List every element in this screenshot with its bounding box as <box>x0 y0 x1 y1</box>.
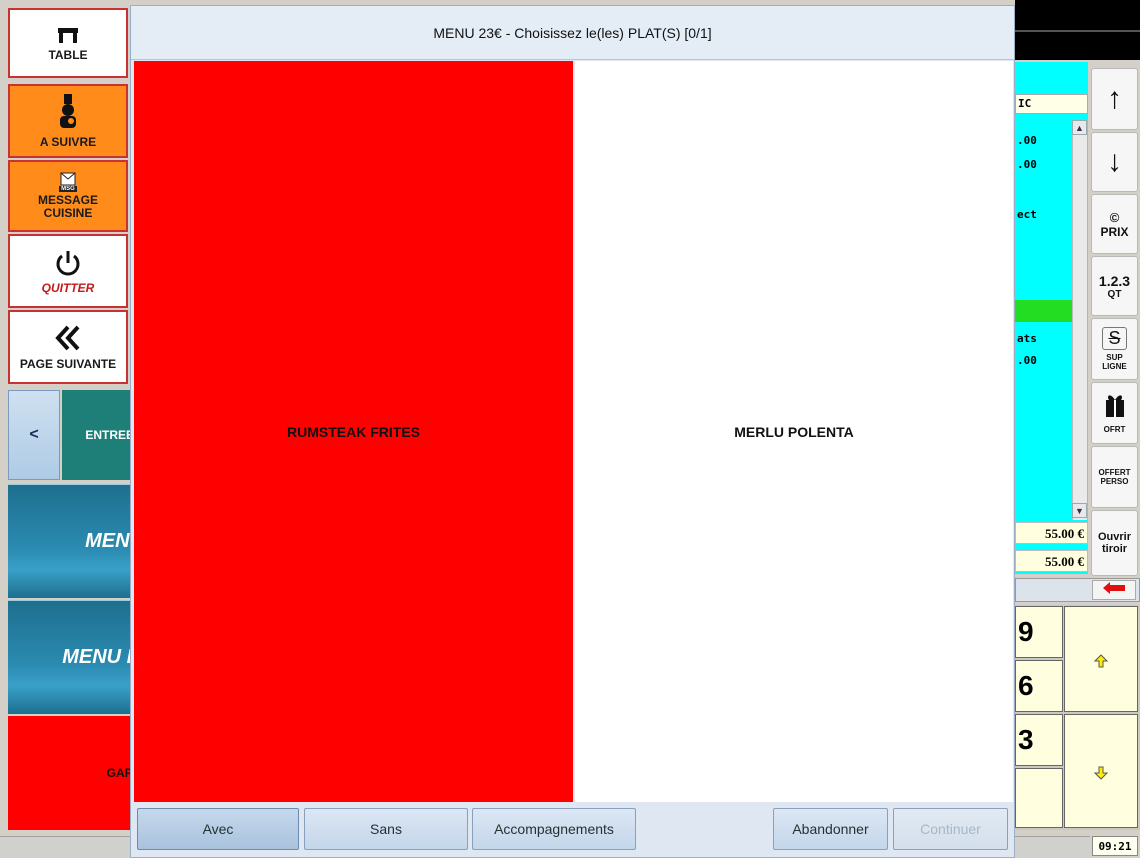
page-suivante-button[interactable]: PAGE SUIVANTE <box>8 310 128 384</box>
key-9[interactable]: 9 <box>1015 606 1063 658</box>
double-chevron-left-icon <box>54 324 82 352</box>
page-suivante-label: PAGE SUIVANTE <box>19 356 117 371</box>
scroll-up-icon[interactable]: ▲ <box>1072 120 1087 135</box>
ticket-header-row: IC <box>1015 94 1088 114</box>
abandonner-label: Abandonner <box>792 821 869 837</box>
offert-perso-button[interactable]: OFFERT PERSO <box>1091 446 1138 508</box>
ticket-scrollbar[interactable] <box>1072 120 1087 520</box>
message-cuisine-button[interactable]: MSG MESSAGE CUISINE <box>8 160 128 232</box>
key-blank[interactable] <box>1015 768 1063 828</box>
key-9-label: 9 <box>1018 616 1034 647</box>
choice-merlu-polenta[interactable]: MERLU POLENTA <box>575 61 1013 802</box>
abandonner-button[interactable]: Abandonner <box>773 808 888 850</box>
category-tile-entree[interactable]: ENTREE <box>62 390 130 480</box>
quitter-label: QUITTER <box>41 280 95 295</box>
menu-tile-1-label: MENU <box>85 530 130 552</box>
message-icon: MSG <box>59 172 77 192</box>
menu-tile-1[interactable]: MENU <box>8 484 130 598</box>
ticket-line: .00 <box>1017 354 1037 367</box>
category-back-button[interactable]: < <box>8 390 60 480</box>
ticket-total-2: 55.00 € <box>1015 550 1088 572</box>
ticket-line: .00 <box>1017 134 1037 147</box>
prix-button[interactable]: © PRIX <box>1091 194 1138 254</box>
offert-perso-label: OFFERT PERSO <box>1098 468 1131 486</box>
scroll-up-button[interactable]: ↑ <box>1091 68 1138 130</box>
choice-label: RUMSTEAK FRITES <box>287 423 420 440</box>
arrow-down-icon: ↓ <box>1107 145 1122 178</box>
ticket-line: .00 <box>1017 158 1037 171</box>
euro-icon: © <box>1109 209 1120 225</box>
accompagnements-label: Accompagnements <box>494 821 614 837</box>
ticket-line: ect <box>1017 208 1037 221</box>
category-label: ENTREE <box>85 428 130 442</box>
msg-badge: MSG <box>59 186 77 192</box>
ouvrir-tiroir-label: Ouvrir tiroir <box>1097 531 1131 555</box>
avec-label: Avec <box>202 821 234 837</box>
menu-tile-2[interactable]: MENU E <box>8 600 130 714</box>
sans-label: Sans <box>370 821 402 837</box>
a-suivre-label: A SUIVRE <box>39 134 97 149</box>
back-arrow-label: < <box>29 426 39 443</box>
a-suivre-button[interactable]: A SUIVRE <box>8 84 128 158</box>
gift-icon <box>1104 392 1126 423</box>
message-cuisine-label: MESSAGE CUISINE <box>37 193 98 220</box>
backspace-arrow-icon <box>1101 581 1127 600</box>
garniture-tile[interactable]: GARN <box>8 716 130 830</box>
key-3[interactable]: 3 <box>1015 714 1063 766</box>
sup-ligne-button[interactable]: S SUP LIGNE <box>1091 318 1138 380</box>
choice-label: MERLU POLENTA <box>734 423 854 440</box>
backspace-button[interactable] <box>1092 580 1136 600</box>
key-down-button[interactable] <box>1064 714 1138 828</box>
quitter-button[interactable]: QUITTER <box>8 234 128 308</box>
continuer-button[interactable]: Continuer <box>893 808 1008 850</box>
key-6[interactable]: 6 <box>1015 660 1063 712</box>
selected-line-highlight <box>1015 300 1073 322</box>
ofrt-button[interactable]: OFRT <box>1091 382 1138 444</box>
table-icon <box>56 25 80 45</box>
prix-label: PRIX <box>1100 224 1129 239</box>
arrow-up-icon: ↑ <box>1107 82 1122 115</box>
ouvrir-tiroir-button[interactable]: Ouvrir tiroir <box>1091 510 1138 576</box>
key-up-button[interactable] <box>1064 606 1138 712</box>
yellow-arrow-down-icon <box>1093 755 1109 787</box>
garniture-tile-label: GARN <box>106 766 130 780</box>
qt-button[interactable]: 1.2.3 QT <box>1091 256 1138 316</box>
ticket-line: ats <box>1017 332 1037 345</box>
qt-label: QT <box>1107 288 1122 300</box>
key-3-label: 3 <box>1018 724 1034 755</box>
accompagnements-button[interactable]: Accompagnements <box>472 808 636 850</box>
continuer-label: Continuer <box>920 821 981 837</box>
table-button[interactable]: TABLE <box>8 8 128 78</box>
clock: 09:21 <box>1092 836 1138 856</box>
menu-tile-2-label: MENU E <box>62 646 130 668</box>
avec-button[interactable]: Avec <box>137 808 299 850</box>
ofrt-label: OFRT <box>1103 425 1126 434</box>
right-header-bar <box>1015 0 1140 60</box>
sup-ligne-label: SUP LIGNE <box>1102 353 1127 371</box>
power-icon <box>53 248 83 278</box>
scroll-down-button[interactable]: ↓ <box>1091 132 1138 192</box>
dialog-title: MENU 23€ - Choisissez le(les) PLAT(S) [0… <box>131 6 1014 60</box>
menu-choice-dialog: MENU 23€ - Choisissez le(les) PLAT(S) [0… <box>130 5 1015 858</box>
sans-button[interactable]: Sans <box>304 808 468 850</box>
strikethrough-icon: S <box>1102 327 1127 350</box>
key-6-label: 6 <box>1018 670 1034 701</box>
choice-rumsteak-frites[interactable]: RUMSTEAK FRITES <box>134 61 573 802</box>
yellow-arrow-up-icon <box>1093 643 1109 675</box>
table-label: TABLE <box>48 47 88 62</box>
ticket-total-1: 55.00 € <box>1015 522 1088 544</box>
chef-icon <box>55 93 81 130</box>
scroll-down-icon[interactable]: ▼ <box>1072 503 1087 518</box>
qt-icon: 1.2.3 <box>1098 272 1131 289</box>
